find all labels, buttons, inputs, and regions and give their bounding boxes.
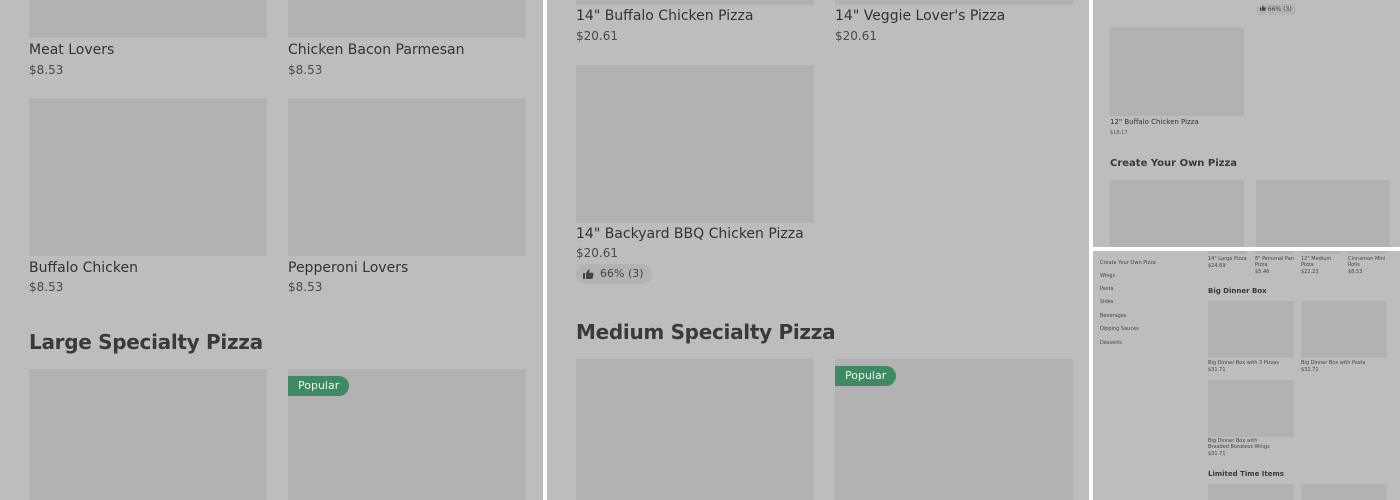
- item-image[interactable]: [1255, 251, 1294, 254]
- item-price: $22.23: [1301, 269, 1319, 275]
- item-name[interactable]: 14" Buffalo Chicken Pizza: [576, 8, 753, 24]
- item-name[interactable]: Buffalo Chicken: [29, 260, 138, 276]
- item-price: ·: [1110, 0, 1112, 2]
- item-image[interactable]: [1208, 484, 1294, 500]
- section-title: Large Specialty Pizza: [29, 330, 263, 354]
- item-image[interactable]: [1208, 380, 1294, 437]
- item-name[interactable]: Pepperoni Lovers: [288, 260, 408, 276]
- item-image[interactable]: [1348, 251, 1387, 254]
- item-price: $8.53: [1348, 269, 1363, 275]
- item-price: $20.61: [576, 29, 618, 43]
- section-title: Limited Time Items: [1208, 470, 1284, 478]
- item-price: $8.53: [29, 280, 64, 294]
- popular-badge: Popular: [288, 376, 350, 396]
- item-price: $31.71: [1301, 367, 1319, 373]
- section-title: Create Your Own Pizza: [1110, 158, 1238, 169]
- nav-item-create-your-own-pizza[interactable]: Create Your Own Pizza: [1100, 260, 1156, 266]
- item-image[interactable]: [29, 0, 267, 38]
- item-price: $8.53: [288, 63, 323, 77]
- nav-item-dipping-sauces[interactable]: Dipping Sauces: [1100, 326, 1139, 332]
- item-price: $8.53: [288, 280, 323, 294]
- menu-panel-right-bottom: Create Your Own Pizza Wings Pasta Sides …: [1093, 251, 1400, 500]
- item-price: $20.61: [576, 246, 618, 260]
- nav-item-beverages[interactable]: Beverages: [1100, 313, 1127, 319]
- item-image[interactable]: [576, 0, 814, 5]
- nav-item-desserts[interactable]: Desserts: [1100, 340, 1122, 346]
- item-image[interactable]: [288, 0, 526, 38]
- nav-item-sides[interactable]: Sides: [1100, 299, 1113, 305]
- item-name[interactable]: 14" Large Pizza: [1208, 256, 1252, 262]
- item-name[interactable]: 12" Buffalo Chicken Pizza: [1110, 118, 1199, 126]
- item-price: $31.71: [1208, 451, 1226, 457]
- item-price: $8.53: [29, 63, 64, 77]
- item-image[interactable]: [1256, 180, 1390, 247]
- item-name[interactable]: 6" Personal Pan Pizza: [1255, 256, 1299, 268]
- item-image[interactable]: [576, 359, 814, 500]
- item-name[interactable]: 12" Medium Pizza: [1301, 256, 1345, 268]
- rating-text: 66% (3): [1267, 6, 1292, 13]
- menu-panel-middle: 14" Buffalo Chicken Pizza $20.61 14" Veg…: [547, 0, 1089, 500]
- item-name[interactable]: Big Dinner Box with Pasta: [1301, 360, 1365, 366]
- item-image[interactable]: [1110, 180, 1244, 247]
- section-title: Big Dinner Box: [1208, 287, 1267, 295]
- item-price: $20.61: [835, 29, 877, 43]
- item-image[interactable]: [835, 0, 1073, 5]
- item-image[interactable]: [288, 98, 526, 256]
- item-name[interactable]: Meat Lovers: [29, 42, 114, 58]
- item-image[interactable]: [1301, 251, 1340, 254]
- item-name[interactable]: Cinnamon Mini Rolls: [1348, 256, 1392, 268]
- item-image[interactable]: [29, 369, 267, 500]
- item-price: $5.46: [1255, 269, 1270, 275]
- item-name[interactable]: Big Dinner Box with 3 Pizzas: [1208, 360, 1279, 366]
- section-title: Medium Specialty Pizza: [576, 320, 836, 344]
- menu-panel-right-top: · 66% (3) 12" Buffalo Chicken Pizza $18.…: [1093, 0, 1400, 247]
- item-price: $18.17: [1110, 130, 1128, 136]
- item-name[interactable]: 14" Veggie Lover's Pizza: [835, 8, 1005, 24]
- item-image[interactable]: [1110, 27, 1244, 116]
- item-price: $24.69: [1208, 263, 1226, 269]
- nav-item-wings[interactable]: Wings: [1100, 273, 1115, 279]
- item-name[interactable]: Chicken Bacon Parmesan: [288, 42, 464, 58]
- thumbs-up-icon: [1260, 5, 1266, 11]
- popular-badge: Popular: [835, 366, 897, 386]
- menu-panel-left: Meat Lovers $8.53 Chicken Bacon Parmesan…: [0, 0, 543, 500]
- item-name[interactable]: 14" Backyard BBQ Chicken Pizza: [576, 226, 804, 242]
- item-image[interactable]: [1208, 251, 1247, 254]
- rating-text: 66% (3): [600, 267, 644, 280]
- nav-item-pasta[interactable]: Pasta: [1100, 286, 1113, 292]
- rating-badge: 66% (3): [576, 264, 652, 284]
- item-name[interactable]: Big Dinner Box with Breaded Boneless Win…: [1208, 438, 1278, 450]
- item-image[interactable]: [1301, 301, 1387, 358]
- item-image[interactable]: [576, 65, 814, 223]
- item-price: $31.71: [1208, 367, 1226, 373]
- item-image[interactable]: [1301, 484, 1387, 500]
- item-image[interactable]: [1208, 301, 1294, 358]
- item-image[interactable]: [29, 98, 267, 256]
- thumbs-up-icon: [583, 269, 594, 279]
- rating-badge: 66% (3): [1256, 4, 1296, 15]
